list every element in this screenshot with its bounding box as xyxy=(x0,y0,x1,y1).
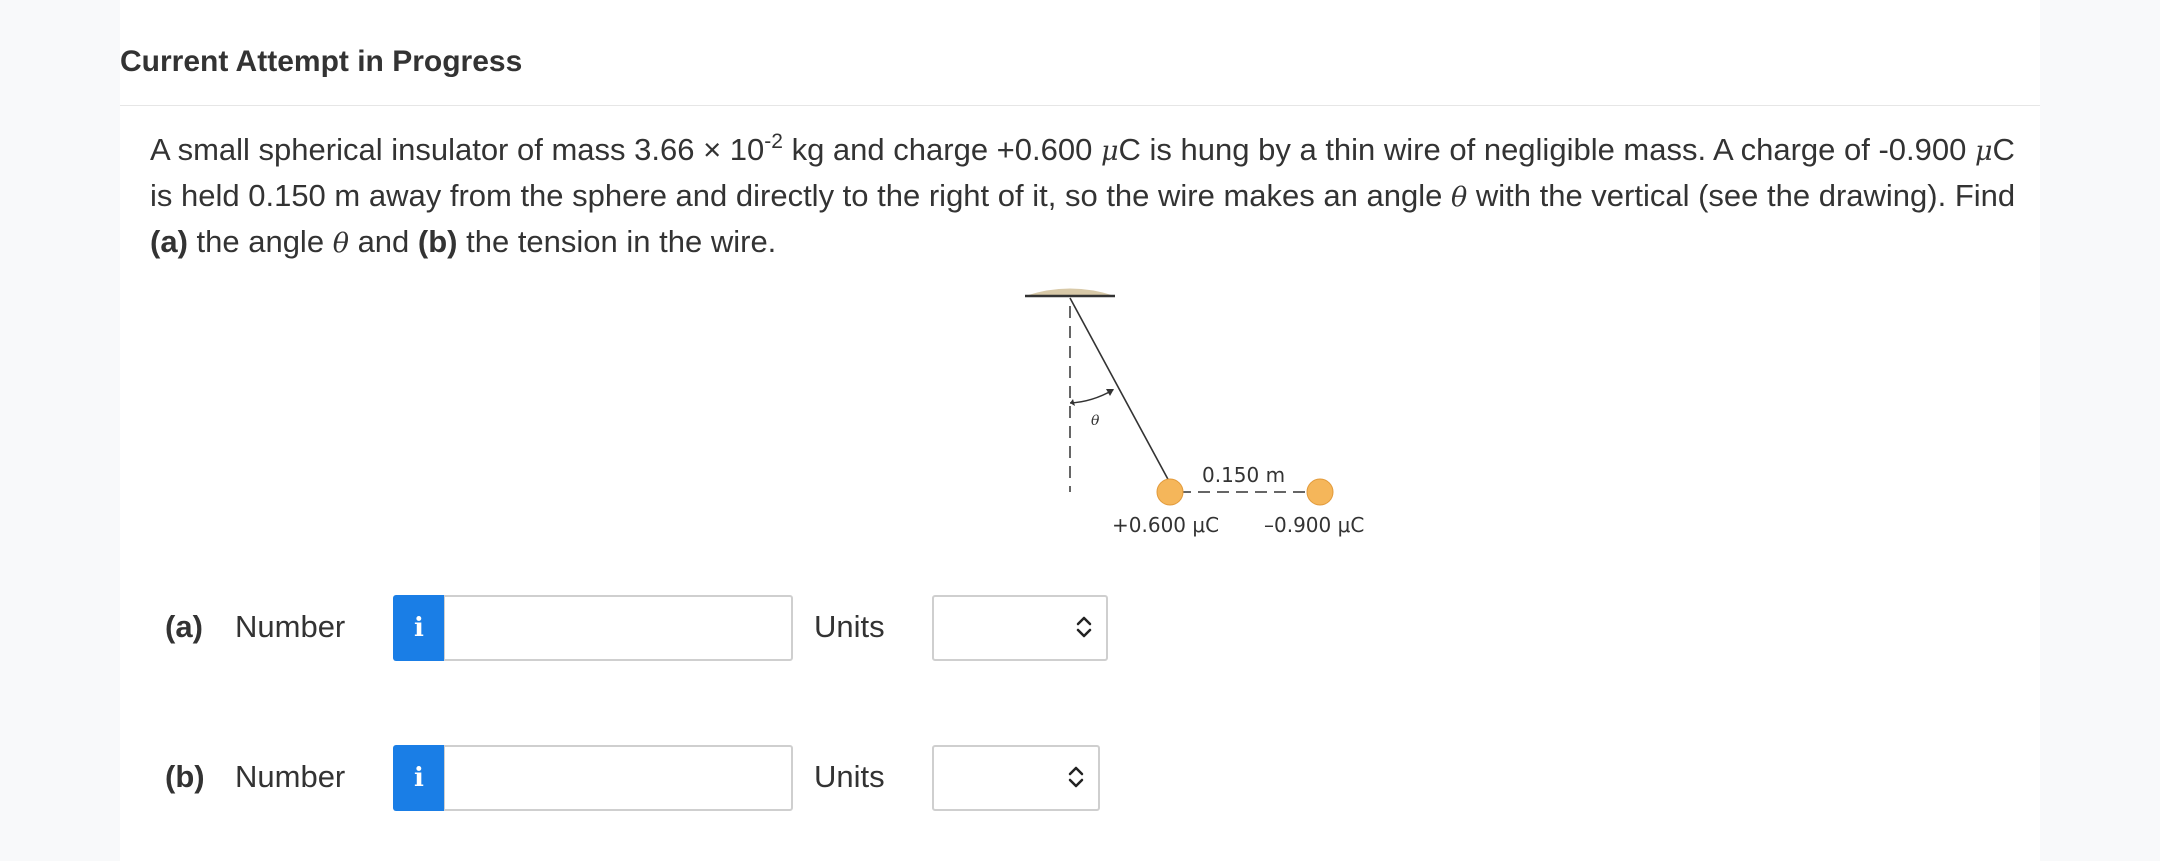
number-label: Number xyxy=(235,609,346,644)
question-text-6: the angle xyxy=(187,224,333,259)
units-dropdown[interactable] xyxy=(932,595,1108,661)
right-sphere xyxy=(1306,478,1334,506)
divider xyxy=(120,105,2040,106)
part-b-marker: (b) xyxy=(417,224,458,259)
question-card: Current Attempt in Progress A small sphe… xyxy=(120,0,2040,861)
mu-symbol: μ xyxy=(1100,136,1119,167)
exponent: -2 xyxy=(764,130,783,153)
question-text-5: with the vertical (see the drawing). Fin… xyxy=(1467,178,2016,213)
info-icon: i xyxy=(414,763,424,793)
diagram-svg: θ 0.150 m +0.600 μC –0.900 μC xyxy=(1025,288,1364,537)
info-icon: i xyxy=(414,613,424,643)
part-a-marker: (a) xyxy=(150,224,188,259)
question-text-8: the tension in the wire. xyxy=(457,224,777,259)
info-button[interactable]: i xyxy=(393,745,445,811)
chevron-up-down-icon xyxy=(1068,766,1084,788)
question-text-3: C is hung by a thin wire of negligible m… xyxy=(1118,132,1975,167)
question-text-1: A small spherical insulator of mass 3.66… xyxy=(150,132,765,167)
theta-symbol: θ xyxy=(1450,182,1468,213)
answer-row-b: (b) Number i Units xyxy=(120,745,1120,811)
part-label: (b) xyxy=(165,759,205,794)
distance-label: 0.150 m xyxy=(1202,463,1285,487)
mu-symbol: μ xyxy=(1974,136,1993,167)
left-sphere xyxy=(1156,478,1184,506)
answer-row-a: (a) Number i Units xyxy=(120,595,1120,661)
right-charge-label: –0.900 μC xyxy=(1264,513,1364,537)
theta-symbol: θ xyxy=(332,228,349,259)
part-label: (a) xyxy=(165,609,203,644)
units-label: Units xyxy=(814,609,885,644)
angle-arc xyxy=(1069,389,1114,404)
physics-diagram: θ 0.150 m +0.600 μC –0.900 μC xyxy=(900,270,1420,550)
wire xyxy=(1069,297,1171,484)
units-dropdown[interactable] xyxy=(932,745,1100,811)
number-input[interactable] xyxy=(444,745,793,811)
chevron-up-down-icon xyxy=(1076,616,1092,638)
theta-label: θ xyxy=(1091,413,1100,429)
page-title: Current Attempt in Progress xyxy=(120,45,523,78)
number-input[interactable] xyxy=(444,595,793,661)
info-button[interactable]: i xyxy=(393,595,445,661)
question-text: A small spherical insulator of mass 3.66… xyxy=(150,128,2030,266)
left-charge-label: +0.600 μC xyxy=(1112,513,1219,537)
units-label: Units xyxy=(814,759,885,794)
question-text-2: kg and charge +0.600 xyxy=(782,132,1101,167)
number-label: Number xyxy=(235,759,346,794)
question-text-7: and xyxy=(348,224,418,259)
